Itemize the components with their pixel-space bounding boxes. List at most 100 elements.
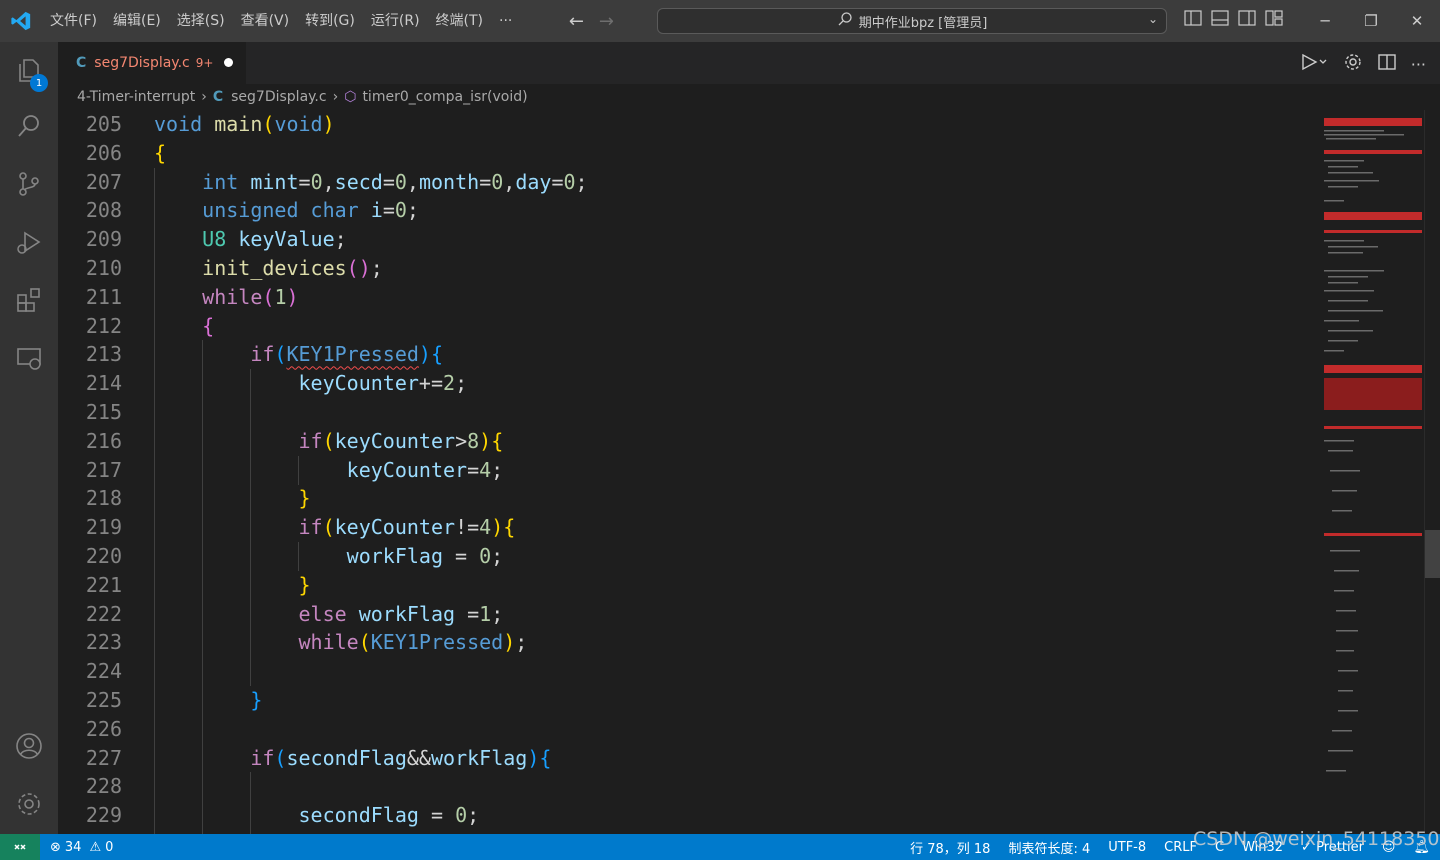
explorer-badge: 1 [30,74,48,92]
accounts-icon[interactable] [0,722,58,770]
menu-terminal[interactable]: 终端(T) [428,7,491,35]
line-number: 223 [85,630,122,655]
menu-more[interactable]: ··· [491,7,520,35]
explorer-icon[interactable]: 1 [0,46,58,94]
code-line: 219 if(keyCounter!=4){ [58,513,1320,542]
toggle-secondary-sidebar-icon[interactable] [1238,10,1257,28]
command-center-search[interactable]: 期中作业bpz [管理员] ⌄ [657,8,1167,34]
chevron-down-icon[interactable]: ⌄ [1148,12,1158,26]
menu-file[interactable]: 文件(F) [42,7,105,35]
line-number: 217 [85,457,122,482]
breadcrumb-file[interactable]: seg7Display.c [231,89,326,105]
extensions-icon[interactable] [0,276,58,324]
problems-indicator[interactable]: ⊗ 34 ⚠ 0 [50,840,113,855]
minimize-icon[interactable]: ─ [1302,0,1348,42]
code-line: 221 } [58,571,1320,600]
unsaved-dot-icon[interactable] [224,58,233,67]
code-line: 229 secondFlag = 0; [58,801,1320,830]
encoding[interactable]: UTF-8 [1108,840,1146,855]
more-actions-icon[interactable]: ··· [1411,55,1426,74]
menu-run[interactable]: 运行(R) [363,7,428,35]
restore-icon[interactable]: ❐ [1348,0,1394,42]
line-number: 224 [85,659,122,684]
settings-gear-icon[interactable] [0,780,58,828]
menu-view[interactable]: 查看(V) [233,7,298,35]
code-line: 206{ [58,139,1320,168]
tab-seg7display[interactable]: C seg7Display.c 9+ [58,42,246,84]
line-number: 229 [85,803,122,828]
vertical-scrollbar[interactable] [1424,110,1440,834]
line-number: 205 [85,112,122,136]
vscode-logo-icon [0,0,42,42]
code-line: 209 U8 keyValue; [58,225,1320,254]
cursor-position[interactable]: 行 78，列 18 [910,838,990,857]
remote-explorer-icon[interactable] [0,334,58,382]
line-number: 209 [85,227,122,252]
breadcrumb-symbol[interactable]: timer0_compa_isr(void) [362,89,527,105]
breadcrumb-folder[interactable]: 4-Timer-interrupt [77,89,195,105]
go-forward-icon[interactable]: → [594,11,618,32]
minimap[interactable] [1320,110,1424,834]
editor-actions: ··· [1299,52,1426,76]
line-number: 228 [85,774,122,799]
error-icon: ⊗ [50,839,61,855]
title-bar: 文件(F) 编辑(E) 选择(S) 查看(V) 转到(G) 运行(R) 终端(T… [0,0,1440,42]
activity-bar: 1 [0,42,58,834]
run-code-icon[interactable] [1299,52,1329,76]
code-line: 208 unsigned char i=0; [58,196,1320,225]
line-number: 210 [85,256,122,280]
toggle-panel-icon[interactable] [1211,10,1230,28]
method-symbol-icon: ⬡ [344,89,357,105]
code-line: 213 if(KEY1Pressed){ [58,340,1320,369]
search-view-icon[interactable] [0,102,58,150]
line-number: 214 [85,371,122,396]
code-line: 225 } [58,686,1320,715]
layout-controls [1184,10,1284,28]
line-number: 212 [85,313,122,338]
code-line: 211 while(1) [58,283,1320,312]
menu-go[interactable]: 转到(G) [297,7,363,35]
menu-bar: 文件(F) 编辑(E) 选择(S) 查看(V) 转到(G) 运行(R) 终端(T… [42,0,520,42]
line-number: 211 [85,284,122,309]
code-line: 210 init_devices(); [58,254,1320,283]
line-number: 215 [85,400,122,424]
indentation[interactable]: 制表符长度: 4 [1008,838,1090,857]
c-file-icon: C [212,89,224,105]
watermark: CSDN @weixin_54118350 [1193,828,1440,850]
code-line: 220 workFlag = 0; [58,542,1320,571]
menu-selection[interactable]: 选择(S) [169,7,233,35]
code-line: 216 if(keyCounter>8){ [58,427,1320,456]
code-line: 223 while(KEY1Pressed); [58,628,1320,657]
run-and-debug-icon[interactable] [0,218,58,266]
breadcrumb: 4-Timer-interrupt › C seg7Display.c › ⬡ … [58,84,1440,110]
settings-icon[interactable] [1343,52,1363,76]
close-icon[interactable]: ✕ [1394,0,1440,42]
c-file-icon: C [76,55,87,71]
line-number: 227 [85,745,122,770]
customize-layout-icon[interactable] [1265,10,1284,28]
go-back-icon[interactable]: ← [564,11,588,32]
search-icon [837,11,853,31]
code-line: 228 [58,772,1320,801]
line-number: 218 [85,486,122,511]
scrollbar-thumb[interactable] [1425,530,1440,578]
code-line: 226 [58,715,1320,744]
source-control-icon[interactable] [0,160,58,208]
line-number: 208 [85,198,122,223]
chevron-right-icon: › [332,89,339,105]
code-editor[interactable]: 205 void main(void) 206{ 207 int mint=0,s… [58,110,1320,834]
split-editor-icon[interactable] [1377,52,1397,76]
line-number: 221 [85,572,122,597]
window-controls: ─ ❐ ✕ [1302,0,1440,42]
code-line: 224 [58,657,1320,686]
line-number: 216 [85,428,122,453]
error-count: 34 [64,839,82,855]
remote-indicator-icon[interactable] [0,834,40,860]
toggle-primary-sidebar-icon[interactable] [1184,10,1203,28]
line-number: 206 [85,140,122,165]
tab-label: seg7Display.c [94,55,190,71]
code-line: 205 void main(void) [58,110,1320,139]
menu-edit[interactable]: 编辑(E) [105,7,169,35]
command-center-text: 期中作业bpz [管理员] [858,15,988,31]
warning-icon: ⚠ [89,839,102,855]
